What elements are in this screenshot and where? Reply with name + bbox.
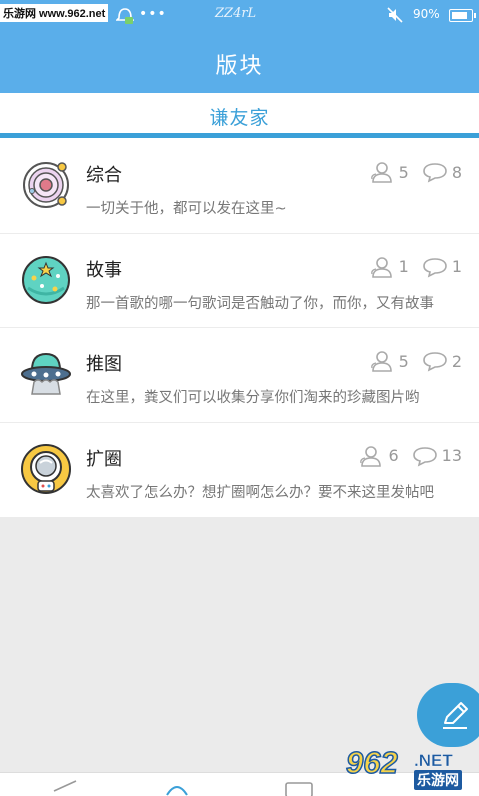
section-title: 综合 [86,165,122,186]
posts-count: 2 [451,351,462,371]
battery-percent: 90% [413,7,440,21]
section-description: 那一首歌的哪一句歌词是否触动了你，而你，又有故事 [86,295,434,312]
section-title: 故事 [86,259,122,281]
posts-count: 8 [451,162,462,182]
section-row-kuoquan[interactable]: 扩圈 太喜欢了怎么办？想扩圈啊怎么办？要不来这里发帖吧 6 13 [0,423,479,518]
section-description: 一切关于他，都可以发在这里~ [86,201,287,217]
section-title: 扩圈 [86,448,122,470]
comments-icon [423,163,447,183]
members-icon [370,256,392,278]
ufo-icon [21,352,71,395]
section-stats: 5 8 [370,161,462,183]
battery-icon [449,9,476,22]
members-icon [360,445,382,467]
comments-icon [423,352,447,372]
app-header: 版块 [0,30,479,93]
section-list: 综合 一切关于他，都可以发在这里~ 5 8 故事 那一首歌的哪一句歌词是否触动了… [0,139,479,517]
section-row-zonghe[interactable]: 综合 一切关于他，都可以发在这里~ 5 8 [0,139,479,234]
watermark-label: 乐游网 www.962.net [0,4,109,22]
section-stats: 5 2 [370,350,462,372]
section-row-tuitu[interactable]: 推图 在这里，粪叉们可以收集分享你们淘来的珍藏图片哟 5 2 [0,328,479,423]
members-icon [370,162,392,183]
status-bar: 乐游网 www.962.net ••• ZZ4rL 90% [0,0,479,30]
posts-count: 13 [441,446,462,465]
moon-star-icon [22,255,70,304]
edit-pencil-icon [443,702,468,729]
new-post-button[interactable] [417,683,479,747]
watermark-site: .NET [414,751,453,770]
section-description: 在这里，粪叉们可以收集分享你们淘来的珍藏图片哟 [86,390,420,406]
section-stats: 1 1 [370,256,462,278]
members-count: 5 [398,351,409,371]
more-notifications-icon: ••• [139,6,167,22]
section-stats: 6 13 [359,445,462,467]
members-icon [370,351,392,372]
comments-icon [423,257,447,277]
planet-icon [23,162,69,208]
posts-count: 1 [451,257,462,276]
tab-bar: 谦友家 [0,93,479,139]
tab-qianyoujia[interactable]: 谦友家 [0,103,479,130]
site-watermark: 962 .NET 乐游网 [340,743,476,793]
astronaut-icon [21,443,71,494]
members-count: 5 [398,162,409,182]
section-row-gushi[interactable]: 故事 那一首歌的哪一句歌词是否触动了你，而你，又有故事 1 1 [0,234,479,328]
section-description: 太喜欢了怎么办？想扩圈啊怎么办？要不来这里发帖吧 [86,484,434,501]
nav-messages-icon[interactable] [284,777,314,796]
comments-icon [412,446,437,466]
nav-sections-icon[interactable] [164,777,190,796]
carrier-label: ZZ4rL [215,6,257,21]
mute-icon [387,7,403,23]
members-count: 1 [398,257,409,276]
nav-send-icon[interactable] [52,777,78,796]
section-title: 推图 [86,354,122,375]
tab-indicator [0,133,479,138]
watermark-name: 乐游网 [414,770,462,790]
watermark-logo: 962 [345,744,398,781]
notification-app-icon [116,8,134,24]
members-count: 6 [388,446,399,465]
page-title: 版块 [215,54,264,79]
